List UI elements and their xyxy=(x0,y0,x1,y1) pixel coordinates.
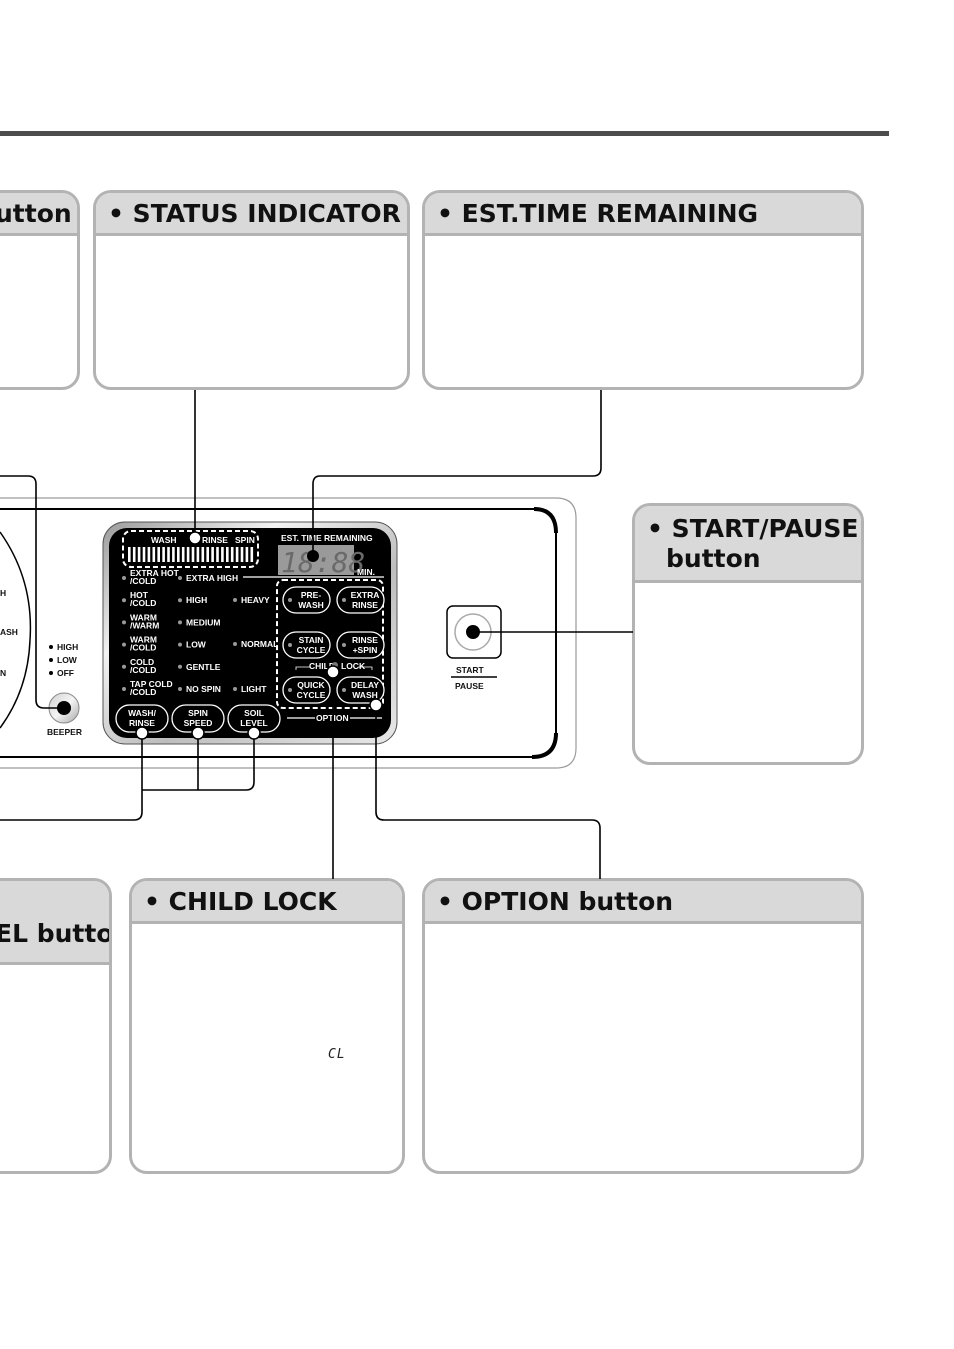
beeper-label: BEEPER xyxy=(47,727,82,737)
status-segment xyxy=(250,547,254,562)
spin-option: LOW xyxy=(186,640,207,650)
temp-option-suffix: /COLD xyxy=(130,665,156,675)
status-segment xyxy=(167,547,170,562)
status-segment xyxy=(240,547,244,562)
temp-indicator xyxy=(122,576,126,580)
status-segment xyxy=(162,547,165,562)
status-segment xyxy=(157,547,160,562)
spin-indicator xyxy=(178,576,182,580)
spin-indicator xyxy=(178,598,182,603)
soil-option: NORMAL xyxy=(241,639,278,649)
button-label-line1: SPIN xyxy=(188,708,208,718)
leader-option xyxy=(375,705,601,879)
soil-option: HEAVY xyxy=(241,595,270,605)
spin-option: EXTRA HIGH xyxy=(186,573,238,583)
option-stain-cycle-button[interactable]: STAINCYCLE xyxy=(282,631,331,659)
status-segment xyxy=(196,547,200,562)
option-label-line1: DELAY xyxy=(351,680,379,690)
beeper-level-high: HIGH xyxy=(57,642,78,652)
temp-option-suffix: /COLD xyxy=(130,643,156,653)
status-segment xyxy=(211,547,214,562)
status-segment xyxy=(181,547,185,562)
start-label: START xyxy=(456,665,485,675)
spin-option: HIGH xyxy=(186,595,207,605)
beeper-level-low: LOW xyxy=(57,655,78,665)
status-segment xyxy=(235,547,239,562)
status-segment xyxy=(191,547,195,562)
beeper-levels: HIGH LOW OFF xyxy=(49,642,78,678)
status-segment xyxy=(128,547,131,562)
dial-fragment: H xyxy=(0,588,6,598)
min-label: MIN. xyxy=(357,567,375,577)
est-time-label: EST. TIME REMAINING xyxy=(281,533,373,543)
status-segment xyxy=(177,547,180,562)
temp-option-suffix: /COLD xyxy=(130,598,156,608)
option-rinse-spin-button[interactable]: RINSE+SPIN xyxy=(336,631,385,659)
pause-label: PAUSE xyxy=(455,681,484,691)
temp-indicator xyxy=(122,642,126,647)
soil-indicator xyxy=(233,642,237,646)
status-segment xyxy=(137,547,141,562)
option-label-line2: CYCLE xyxy=(297,645,326,655)
status-segment xyxy=(226,547,229,562)
soil-option: LIGHT xyxy=(241,684,267,694)
soil-indicator xyxy=(233,687,237,691)
temp-indicator xyxy=(122,620,126,625)
option-pre-wash-button[interactable]: PRE-WASH xyxy=(282,586,331,614)
status-segment xyxy=(216,547,219,562)
temp-indicator xyxy=(122,687,126,691)
lock-label: LOCK xyxy=(341,661,366,671)
status-spin-label: SPIN xyxy=(235,535,255,545)
leader-beeper xyxy=(0,475,64,709)
temp-indicator xyxy=(122,598,126,603)
temp-option-suffix: /WARM xyxy=(130,620,159,630)
status-segment xyxy=(201,547,205,562)
status-segment xyxy=(230,547,234,562)
leader-main-buttons xyxy=(0,733,143,821)
status-segment xyxy=(186,547,190,562)
status-segment xyxy=(245,547,249,562)
dial-fragment: N xyxy=(0,668,6,678)
status-segment xyxy=(172,547,175,562)
temp-option-suffix: /COLD xyxy=(130,687,156,697)
control-panel-diagram: H ASH N HIGH LOW OFF BEEPER WASH RINSE S… xyxy=(0,390,633,879)
option-label-line2: +SPIN xyxy=(353,645,378,655)
status-wash-label: WASH xyxy=(151,535,177,545)
temp-option-suffix: /COLD xyxy=(130,576,156,586)
status-segment xyxy=(147,547,151,562)
option-label-line1: QUICK xyxy=(297,680,325,690)
option-label-line2: WASH xyxy=(298,600,324,610)
spin-indicator xyxy=(178,642,182,647)
dial-fragment: ASH xyxy=(0,627,18,637)
status-segment xyxy=(132,547,136,562)
button-label-line1: WASH/ xyxy=(128,708,157,718)
spin-option: MEDIUM xyxy=(186,617,220,627)
status-segment xyxy=(142,547,146,562)
spin-indicator xyxy=(178,664,182,669)
time-display-digits: 18:88 xyxy=(281,546,365,579)
beeper-level-off: OFF xyxy=(57,668,74,678)
option-label-line2: CYCLE xyxy=(297,690,326,700)
spin-option: GENTLE xyxy=(186,662,221,672)
option-label-line1: STAIN xyxy=(299,635,324,645)
status-segment xyxy=(152,547,156,562)
option-label-line2: WASH xyxy=(352,690,378,700)
spin-indicator xyxy=(178,620,182,625)
option-label-line1: EXTRA xyxy=(351,590,380,600)
temp-indicator xyxy=(122,664,126,669)
option-label-line1: RINSE xyxy=(352,635,378,645)
soil-indicator xyxy=(233,598,237,602)
option-label-line1: PRE- xyxy=(301,590,321,600)
status-segment xyxy=(221,547,224,562)
status-segment xyxy=(206,547,209,562)
option-quick-cycle-button[interactable]: QUICKCYCLE xyxy=(282,676,331,704)
spin-indicator xyxy=(178,687,182,691)
option-extra-rinse-button[interactable]: EXTRARINSE xyxy=(336,586,385,614)
spin-option: NO SPIN xyxy=(186,684,221,694)
button-label-line1: SOIL xyxy=(244,708,264,718)
option-label-line2: RINSE xyxy=(352,600,378,610)
status-rinse-label: RINSE xyxy=(202,535,228,545)
